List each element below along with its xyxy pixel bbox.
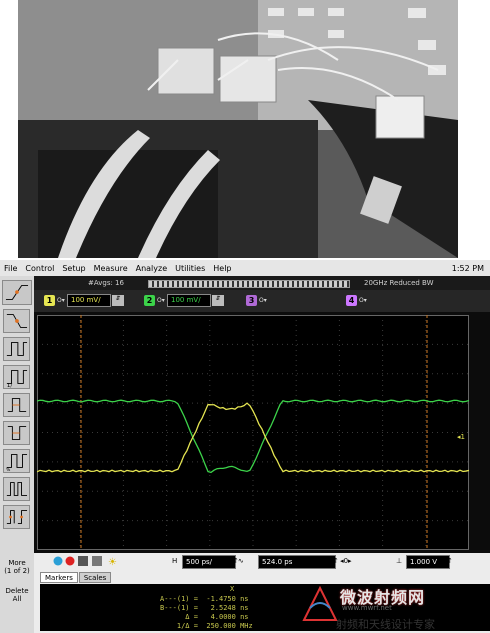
channel-2-control[interactable]: 2 O▾ 100 mV/ ⇵ (144, 294, 224, 307)
run-button-icon[interactable]: ☀ (52, 555, 122, 568)
channel-3-badge: 3 (246, 295, 257, 306)
menu-help[interactable]: Help (209, 264, 235, 273)
channel-2-onoff-icon[interactable]: O▾ (157, 297, 167, 304)
pulse-frequency-icon: 1/ (6, 370, 28, 389)
measure-duty-cycle-button[interactable]: % (3, 449, 30, 473)
trigger-stepper-icon[interactable]: ⇵ (446, 555, 452, 567)
svg-text:☀: ☀ (108, 557, 117, 567)
pulse-period-icon (6, 342, 28, 356)
waveform-plot: ◂1 (36, 315, 470, 550)
channel-3-control[interactable]: 3 O▾ (246, 294, 269, 307)
fall-edge-icon (6, 314, 28, 328)
duty-cycle-icon: % (6, 454, 28, 473)
measure-rise-button[interactable] (2, 280, 32, 305)
menu-analyze[interactable]: Analyze (132, 264, 172, 273)
watermark-subtitle: 射频和天线设计专家 (336, 618, 435, 631)
measurement-toolbar: 1/ % More (1 of 2) Delete All (0, 276, 34, 633)
probe-photo-image (18, 0, 458, 258)
measure-burst-button[interactable] (3, 477, 30, 501)
measure-neg-width-button[interactable] (3, 421, 30, 445)
waveform-display[interactable]: ◂1 (36, 315, 470, 550)
horizontal-delay[interactable]: 524.0 ps (258, 555, 336, 569)
menu-file[interactable]: File (0, 264, 21, 273)
measure-fall-button[interactable] (3, 309, 30, 333)
menu-setup[interactable]: Setup (58, 264, 89, 273)
delay-stepper-icon[interactable]: ⇵ ◂0▸ (332, 555, 352, 567)
marker-row-inverse: 1/Δ = 250.000 MHz (160, 622, 253, 630)
channel-1-level-label: ◂1 (457, 433, 465, 441)
channel-1-scale[interactable]: 100 mV/ (67, 294, 111, 307)
acquisition-status-bar: #Avgs: 16 20GHz Reduced BW (34, 276, 490, 290)
svg-text:1/: 1/ (7, 383, 12, 388)
marker-row-a: A---(1) = -1.4750 ns (160, 595, 249, 603)
trigger-icon: ⊥ (396, 557, 403, 565)
acquisition-controls-icon: ☀ (53, 556, 117, 568)
menu-bar: File Control Setup Measure Analyze Utili… (0, 260, 490, 276)
oscilloscope-window: File Control Setup Measure Analyze Utili… (0, 260, 490, 633)
measure-pos-width-button[interactable] (3, 393, 30, 417)
channel-4-control[interactable]: 4 O▾ (346, 294, 369, 307)
channel-3-onoff-icon[interactable]: O▾ (259, 297, 269, 304)
site-watermark: 微波射频网 www.mwrf.net 射频和天线设计专家 (300, 582, 490, 633)
measure-delta-time-button[interactable] (3, 505, 30, 529)
channel-1-stepper-icon[interactable]: ⇵ (112, 295, 124, 306)
channel-2-badge: 2 (144, 295, 155, 306)
timebase-bar: ☀ H 500 ps/ ⇵∿ 524.0 ps ⇵ ◂0▸ ⊥ 1.000 V … (34, 555, 490, 569)
acquisition-progress-bar (148, 280, 350, 288)
marker-row-delta: Δ = 4.0000 ns (160, 613, 249, 621)
more-button[interactable]: More (1 of 2) (0, 559, 34, 575)
burst-pulse-icon (6, 482, 28, 496)
marker-header: X (230, 585, 235, 593)
probe-photo (18, 0, 458, 258)
pulse-width-icon (7, 398, 27, 412)
tab-markers[interactable]: Markers (40, 572, 78, 583)
channel-2-stepper-icon[interactable]: ⇵ (212, 295, 224, 306)
clock: 1:52 PM (451, 263, 484, 273)
channel-4-badge: 4 (346, 295, 357, 306)
marker-row-b: B---(1) = 2.5248 ns (160, 604, 249, 612)
delta-time-icon (6, 510, 28, 524)
averages-count: #Avgs: 16 (88, 279, 124, 287)
watermark-url: www.mwrf.net (342, 604, 392, 612)
tab-scales[interactable]: Scales (78, 572, 112, 583)
bandwidth-label: 20GHz Reduced BW (364, 279, 434, 287)
measure-frequency-button[interactable]: 1/ (3, 365, 30, 389)
menu-utilities[interactable]: Utilities (171, 264, 209, 273)
channel-controls: 1 O▾ 100 mV/ ⇵ 2 O▾ 100 mV/ ⇵ 3 O▾ 4 O▾ (34, 290, 490, 312)
rise-edge-icon (5, 285, 29, 300)
neg-pulse-width-icon (7, 426, 27, 440)
bottom-tabs: Markers Scales (40, 572, 112, 583)
menu-measure[interactable]: Measure (90, 264, 132, 273)
channel-1-badge: 1 (44, 295, 55, 306)
channel-2-scale[interactable]: 100 mV/ (167, 294, 211, 307)
channel-4-onoff-icon[interactable]: O▾ (359, 297, 369, 304)
horizontal-icon: H (172, 557, 178, 565)
menu-control[interactable]: Control (21, 264, 58, 273)
measure-period-button[interactable] (3, 337, 30, 361)
watermark-logo (302, 585, 338, 621)
channel-1-control[interactable]: 1 O▾ 100 mV/ ⇵ (44, 294, 124, 307)
svg-text:%: % (6, 467, 11, 472)
trigger-level[interactable]: 1.000 V (406, 555, 450, 569)
channel-1-onoff-icon[interactable]: O▾ (57, 297, 67, 304)
horizontal-stepper-icon[interactable]: ⇵∿ (232, 555, 244, 567)
delete-all-button[interactable]: Delete All (0, 587, 34, 603)
horizontal-scale[interactable]: 500 ps/ (182, 555, 236, 569)
